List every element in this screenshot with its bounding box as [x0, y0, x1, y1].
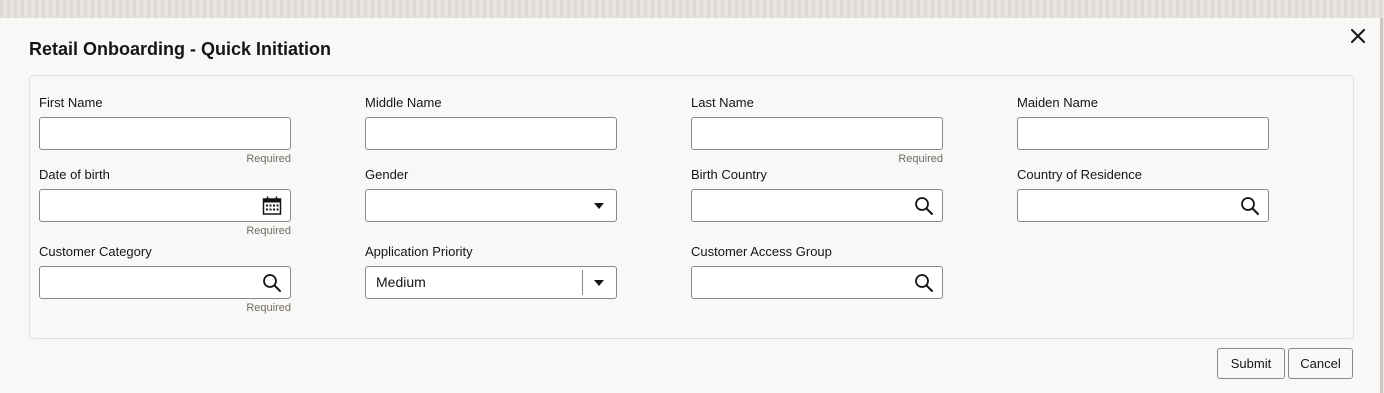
customer-category-field: Customer Category Required — [39, 244, 291, 314]
country-of-residence-label: Country of Residence — [1017, 167, 1143, 182]
close-icon — [1351, 29, 1365, 43]
birth-country-box — [691, 189, 943, 222]
search-icon — [915, 274, 933, 292]
last-name-label: Last Name — [691, 95, 754, 110]
birth-country-input[interactable] — [692, 190, 942, 221]
backdrop-strip — [0, 0, 1384, 18]
quick-initiation-dialog: Retail Onboarding - Quick Initiation Fir… — [0, 18, 1383, 393]
first-name-input[interactable] — [40, 118, 290, 149]
form-panel: First Name Required Middle Name Last Nam… — [29, 75, 1354, 339]
gender-select[interactable] — [365, 189, 617, 222]
application-priority-select[interactable]: Medium — [365, 266, 617, 299]
customer-access-group-label: Customer Access Group — [691, 244, 832, 259]
customer-category-search-button[interactable] — [262, 273, 282, 293]
dialog-title: Retail Onboarding - Quick Initiation — [29, 39, 332, 59]
first-name-field: First Name Required — [39, 95, 291, 165]
maiden-name-field: Maiden Name — [1017, 95, 1269, 150]
last-name-field: Last Name Required — [691, 95, 943, 165]
last-name-required-hint: Required — [898, 153, 943, 165]
maiden-name-label: Maiden Name — [1017, 95, 1098, 110]
date-of-birth-label: Date of birth — [39, 167, 110, 182]
customer-category-required-hint: Required — [246, 302, 291, 314]
gender-field: Gender — [365, 167, 617, 222]
date-of-birth-input[interactable] — [40, 190, 290, 221]
search-icon — [915, 197, 933, 215]
search-icon — [1241, 197, 1259, 215]
customer-access-group-search-button[interactable] — [914, 273, 934, 293]
middle-name-label: Middle Name — [365, 95, 442, 110]
date-of-birth-field: Date of birth Required — [39, 167, 291, 237]
customer-access-group-box — [691, 266, 943, 299]
search-icon — [263, 274, 281, 292]
close-button[interactable] — [1346, 24, 1370, 48]
calendar-icon — [262, 196, 282, 215]
calendar-button[interactable] — [262, 196, 282, 216]
middle-name-field: Middle Name — [365, 95, 617, 150]
customer-category-label: Customer Category — [39, 244, 152, 259]
first-name-label: First Name — [39, 95, 103, 110]
birth-country-search-button[interactable] — [914, 196, 934, 216]
application-priority-field: Application Priority Medium — [365, 244, 617, 299]
country-of-residence-box — [1017, 189, 1269, 222]
maiden-name-box — [1017, 117, 1269, 150]
country-of-residence-input[interactable] — [1018, 190, 1268, 221]
last-name-box — [691, 117, 943, 150]
cancel-button[interactable]: Cancel — [1288, 348, 1353, 379]
country-of-residence-search-button[interactable] — [1240, 196, 1260, 216]
customer-access-group-field: Customer Access Group — [691, 244, 943, 299]
customer-access-group-input[interactable] — [692, 267, 942, 298]
last-name-input[interactable] — [692, 118, 942, 149]
customer-category-box — [39, 266, 291, 299]
middle-name-input[interactable] — [366, 118, 616, 149]
first-name-required-hint: Required — [246, 153, 291, 165]
country-of-residence-field: Country of Residence — [1017, 167, 1269, 222]
chevron-down-icon[interactable] — [594, 203, 604, 209]
birth-country-field: Birth Country — [691, 167, 943, 222]
maiden-name-input[interactable] — [1018, 118, 1268, 149]
birth-country-label: Birth Country — [691, 167, 767, 182]
application-priority-label: Application Priority — [365, 244, 473, 259]
chevron-down-icon[interactable] — [594, 280, 604, 286]
application-priority-selected-value: Medium — [376, 274, 426, 290]
first-name-box — [39, 117, 291, 150]
date-of-birth-box — [39, 189, 291, 222]
gender-label: Gender — [365, 167, 409, 182]
middle-name-box — [365, 117, 617, 150]
date-of-birth-required-hint: Required — [246, 225, 291, 237]
customer-category-input[interactable] — [40, 267, 290, 298]
select-divider — [582, 270, 583, 295]
submit-button[interactable]: Submit — [1217, 348, 1285, 379]
